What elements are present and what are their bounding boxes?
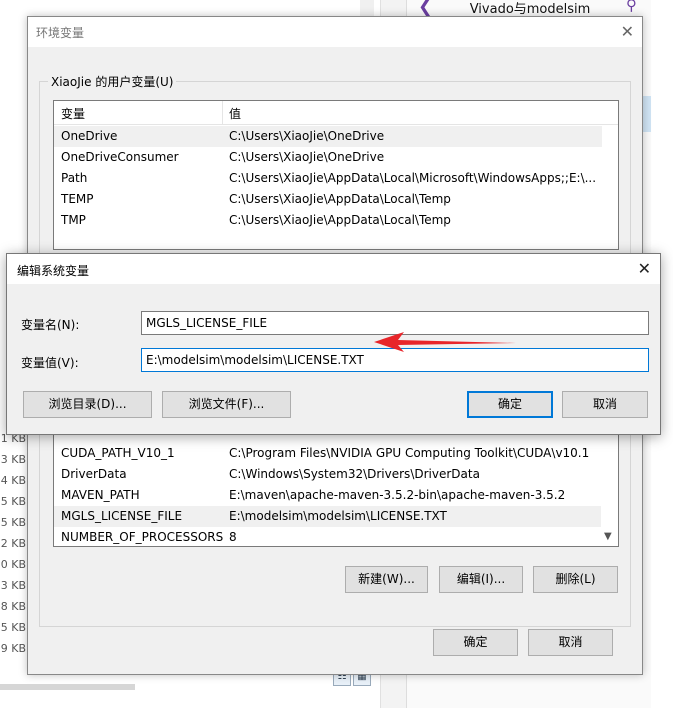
variable-name: NUMBER_OF_PROCESSORS — [61, 530, 224, 544]
file-size: 3 KB — [0, 579, 26, 592]
browse-directory-button[interactable]: 浏览目录(D)... — [23, 391, 152, 418]
variable-name: OneDrive — [61, 129, 118, 143]
column-separator[interactable] — [222, 101, 223, 125]
variable-name-label: 变量名(N): — [21, 318, 80, 332]
file-size: 5 KB — [0, 516, 26, 529]
vertical-scrollbar[interactable]: ▼ — [601, 423, 618, 546]
cancel-button[interactable]: 取消 — [562, 391, 648, 418]
variable-value: C:\Users\XiaoJie\AppData\Local\Microsoft… — [229, 171, 597, 185]
list-item[interactable]: CUDA_PATH_V10_1 C:\Program Files\NVIDIA … — [54, 443, 602, 464]
dialog-title: 编辑系统变量 — [17, 264, 90, 278]
list-item-selected[interactable]: MGLS_LICENSE_FILE E:\modelsim\modelsim\L… — [54, 506, 602, 527]
browse-file-button[interactable]: 浏览文件(F)... — [162, 391, 291, 418]
variable-name: Path — [61, 171, 88, 185]
scroll-down-icon[interactable]: ▼ — [604, 531, 612, 542]
file-size: 2 KB — [0, 537, 26, 550]
list-item[interactable]: MAVEN_PATH E:\maven\apache-maven-3.5.2-b… — [54, 485, 602, 506]
variable-value: C:\Users\XiaoJie\AppData\Local\Temp — [229, 213, 451, 227]
variable-value: C:\Users\XiaoJie\OneDrive — [229, 150, 385, 164]
file-size: 5 KB — [0, 621, 26, 634]
variable-name: MAVEN_PATH — [61, 488, 140, 502]
variable-name: DriverData — [61, 467, 127, 481]
close-icon[interactable]: ✕ — [638, 259, 651, 278]
annotation-arrow-icon — [374, 332, 516, 352]
file-size: 8 KB — [0, 600, 26, 613]
delete-variable-button[interactable]: 删除(L) — [533, 566, 618, 593]
variable-name: CUDA_PATH_V10_1 — [61, 446, 175, 460]
list-item[interactable]: NUMBER_OF_PROCESSORS 8 — [54, 527, 602, 546]
close-icon[interactable]: ✕ — [621, 22, 634, 41]
background-hscrollbar — [0, 684, 135, 690]
cancel-button[interactable]: 取消 — [528, 629, 613, 656]
list-header: 变量 值 — [54, 101, 618, 125]
variable-value: C:\Users\XiaoJie\AppData\Local\Temp — [229, 192, 451, 206]
variable-value: E:\maven\apache-maven-3.5.2-bin\apache-m… — [229, 488, 566, 502]
variable-name: OneDriveConsumer — [61, 150, 179, 164]
variable-name: MGLS_LICENSE_FILE — [61, 509, 183, 523]
list-item[interactable]: TEMP C:\Users\XiaoJie\AppData\Local\Temp — [54, 189, 602, 210]
dialog-titlebar: 编辑系统变量 ✕ — [7, 254, 660, 284]
system-variables-list[interactable]: CUDA_PATH_V10_1 C:\Program Files\NVIDIA … — [53, 422, 619, 547]
list-item[interactable]: OneDrive C:\Users\XiaoJie\OneDrive — [54, 126, 602, 147]
file-size: 4 KB — [0, 474, 26, 487]
variable-value: E:\modelsim\modelsim\LICENSE.TXT — [229, 509, 447, 523]
variable-value: C:\Program Files\NVIDIA GPU Computing To… — [229, 446, 590, 460]
file-size: 9 KB — [0, 642, 26, 655]
variable-name: TMP — [61, 213, 86, 227]
dialog-titlebar: 环境变量 ✕ — [28, 17, 642, 47]
new-variable-button[interactable]: 新建(W)... — [345, 566, 428, 593]
ok-button[interactable]: 确定 — [467, 391, 553, 418]
search-icon[interactable]: ⚲ — [626, 0, 637, 14]
file-size: 0 KB — [0, 558, 26, 571]
column-header-variable[interactable]: 变量 — [61, 105, 85, 122]
background-highlight — [643, 96, 651, 132]
variable-value: C:\Windows\System32\Drivers\DriverData — [229, 467, 480, 481]
list-item[interactable]: TMP C:\Users\XiaoJie\AppData\Local\Temp — [54, 210, 602, 231]
variable-value: C:\Users\XiaoJie\OneDrive — [229, 129, 385, 143]
dialog-title: 环境变量 — [36, 26, 85, 40]
user-variables-list[interactable]: 变量 值 OneDrive C:\Users\XiaoJie\OneDrive … — [53, 100, 619, 250]
column-header-value[interactable]: 值 — [229, 105, 241, 122]
file-size: 3 KB — [0, 453, 26, 466]
variable-value-label: 变量值(V): — [21, 356, 79, 370]
edit-variable-button[interactable]: 编辑(I)... — [439, 566, 523, 593]
notes-title: Vivado与modelsim — [469, 2, 591, 17]
list-item[interactable]: DriverData C:\Windows\System32\Drivers\D… — [54, 464, 602, 485]
list-item[interactable]: OneDriveConsumer C:\Users\XiaoJie\OneDri… — [54, 147, 602, 168]
ok-button[interactable]: 确定 — [433, 629, 518, 656]
list-item[interactable]: Path C:\Users\XiaoJie\AppData\Local\Micr… — [54, 168, 602, 189]
edit-system-variable-dialog: 编辑系统变量 ✕ 变量名(N): 变量值(V): 浏览目录(D)... 浏览文件… — [6, 253, 661, 435]
user-variables-label: XiaoJie 的用户变量(U) — [48, 73, 177, 90]
back-icon[interactable]: ❮ — [418, 0, 433, 17]
file-size: 5 KB — [0, 495, 26, 508]
variable-name: TEMP — [61, 192, 94, 206]
variable-value: 8 — [229, 530, 237, 544]
